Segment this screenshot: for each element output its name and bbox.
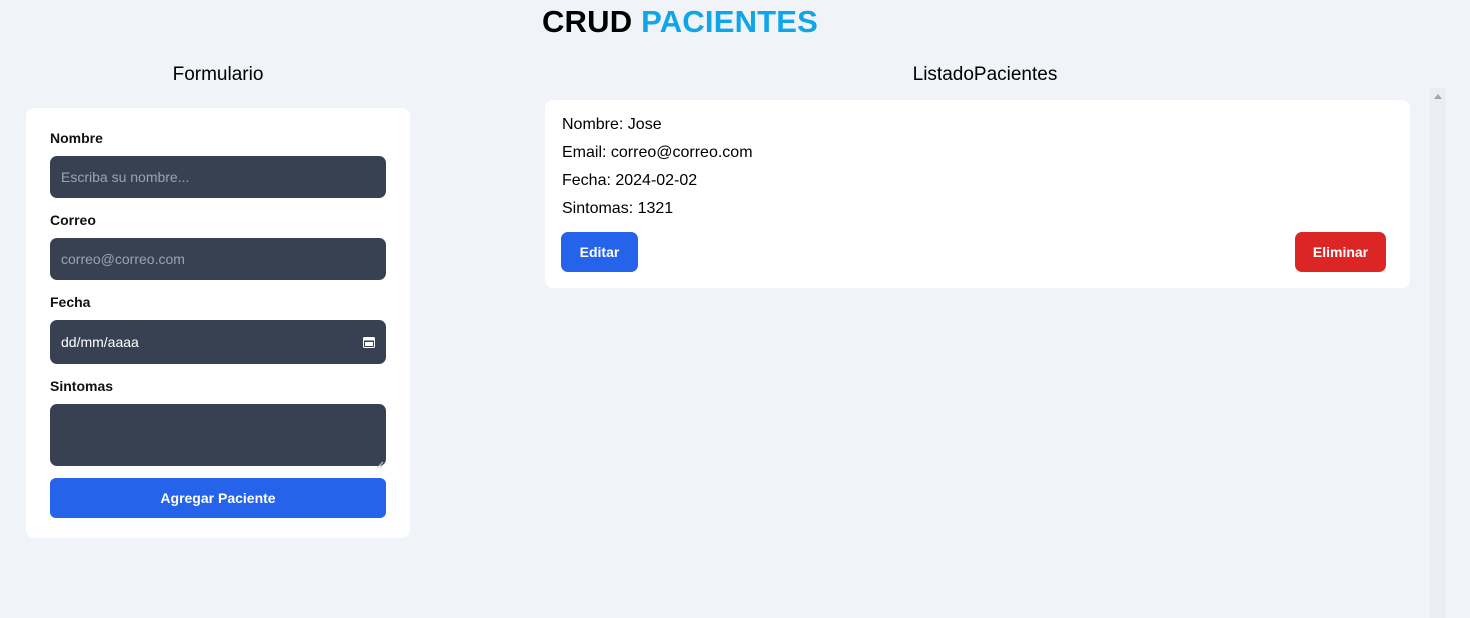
editar-button[interactable]: Editar (561, 232, 638, 272)
scroll-up-arrow-icon[interactable] (1434, 94, 1442, 99)
fecha-placeholder: dd/mm/aaaa (61, 334, 139, 350)
resize-handle-icon[interactable] (376, 456, 384, 469)
form-heading: Formulario (172, 64, 264, 85)
patient-fecha: Fecha: 2024-02-02 (562, 172, 698, 189)
fecha-input[interactable]: dd/mm/aaaa (50, 320, 386, 364)
correo-label: Correo (50, 212, 96, 228)
patient-card: Nombre: Jose Email: correo@correo.com Fe… (545, 100, 1410, 288)
sintomas-textarea[interactable] (50, 404, 386, 469)
app-title-pacientes: PACIENTES (641, 4, 819, 39)
app-title-crud: CRUD (541, 4, 633, 39)
calendar-icon[interactable] (363, 336, 375, 348)
nombre-label: Nombre (50, 130, 103, 146)
agregar-paciente-button[interactable]: Agregar Paciente (50, 478, 386, 518)
eliminar-button[interactable]: Eliminar (1295, 232, 1386, 272)
app-title: CRUD PACIENTES (0, 4, 1360, 40)
nombre-input[interactable]: Escriba su nombre... (50, 156, 386, 198)
app-page: CRUD PACIENTES Formulario ListadoPacient… (0, 0, 1470, 618)
sintomas-label: Sintomas (50, 378, 114, 394)
list-heading: ListadoPacientes (912, 64, 1058, 85)
nombre-placeholder: Escriba su nombre... (61, 169, 190, 185)
patient-nombre: Nombre: Jose (562, 116, 662, 133)
correo-placeholder: correo@correo.com (61, 251, 185, 267)
patient-sintomas: Sintomas: 1321 (562, 200, 674, 217)
list-scrollbar[interactable] (1430, 88, 1446, 618)
patient-form: Nombre Escriba su nombre... Correo corre… (26, 108, 410, 538)
fecha-label: Fecha (50, 294, 91, 310)
correo-input[interactable]: correo@correo.com (50, 238, 386, 280)
patient-email: Email: correo@correo.com (562, 144, 753, 161)
